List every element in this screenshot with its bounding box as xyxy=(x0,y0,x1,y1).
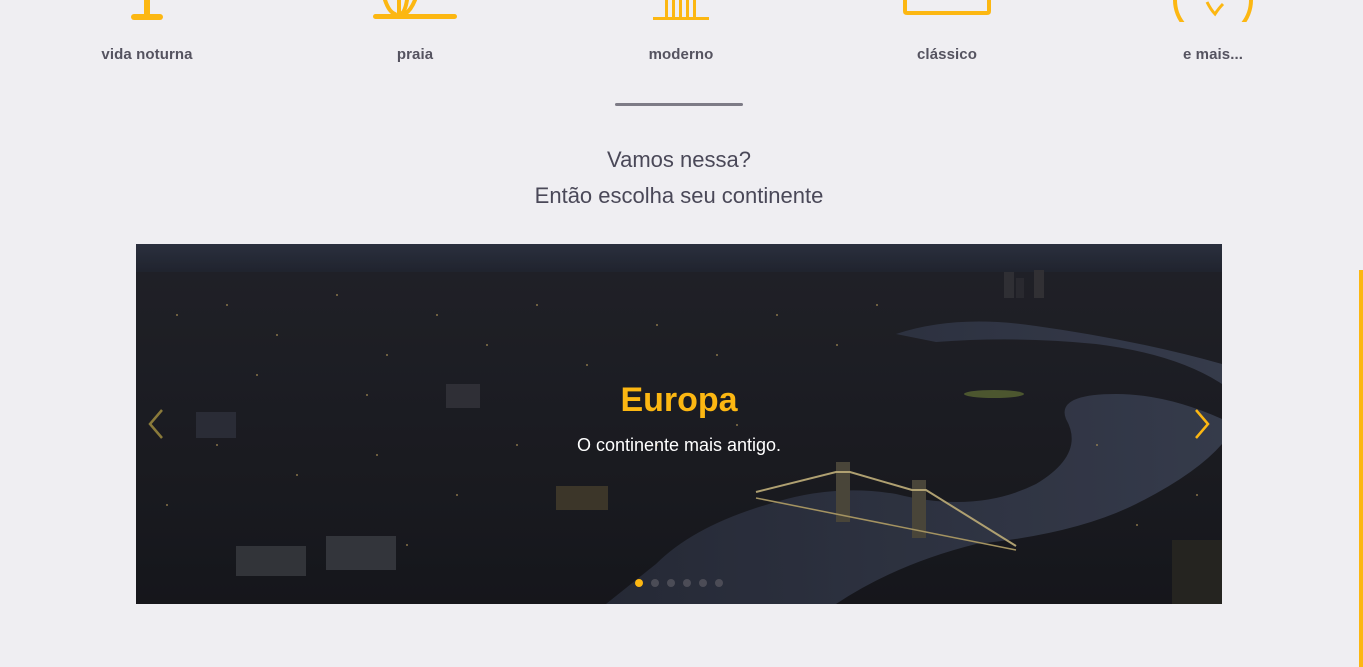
carousel-indicators xyxy=(136,579,1222,587)
carousel-dot[interactable] xyxy=(667,579,675,587)
section-heading: Vamos nessa? Então escolha seu continent… xyxy=(0,142,1358,214)
carousel-dot[interactable] xyxy=(651,579,659,587)
slide-title: Europa xyxy=(620,381,738,419)
category-label: e mais... xyxy=(1182,46,1244,63)
carousel-dot[interactable] xyxy=(683,579,691,587)
category-classico[interactable]: clássico xyxy=(857,0,1037,70)
category-praia[interactable]: praia xyxy=(325,0,505,70)
classic-icon xyxy=(903,0,991,15)
category-label: vida noturna xyxy=(101,46,193,63)
carousel-dot[interactable] xyxy=(635,579,643,587)
heading-line-1: Vamos nessa? xyxy=(607,147,751,172)
nightlife-icon xyxy=(131,0,163,20)
heading-line-2: Então escolha seu continente xyxy=(534,183,824,208)
category-label: moderno xyxy=(648,46,714,63)
category-moderno[interactable]: moderno xyxy=(591,0,771,70)
category-row: vida noturna praia moderno clássico e ma… xyxy=(0,0,1363,80)
carousel-next-button[interactable] xyxy=(1188,404,1218,444)
beach-icon xyxy=(373,0,457,19)
chevron-left-icon xyxy=(148,409,163,439)
modern-building-icon xyxy=(653,0,709,20)
carousel-prev-button[interactable] xyxy=(140,404,170,444)
category-label: clássico xyxy=(916,46,977,63)
globe-icon xyxy=(1173,0,1253,22)
slide-caption: Europa O continente mais antigo. xyxy=(136,380,1222,456)
category-vida-noturna[interactable]: vida noturna xyxy=(57,0,237,70)
page: vida noturna praia moderno clássico e ma… xyxy=(0,0,1363,667)
section-divider xyxy=(615,103,743,106)
continent-carousel[interactable]: Europa O continente mais antigo. xyxy=(136,244,1222,604)
chevron-right-icon xyxy=(1195,409,1210,439)
category-label: praia xyxy=(396,46,434,63)
carousel-dot[interactable] xyxy=(699,579,707,587)
category-e-mais[interactable]: e mais... xyxy=(1123,0,1303,70)
scroll-accent-bar xyxy=(1359,270,1363,667)
carousel-dot[interactable] xyxy=(715,579,723,587)
slide-description: O continente mais antigo. xyxy=(576,435,782,455)
